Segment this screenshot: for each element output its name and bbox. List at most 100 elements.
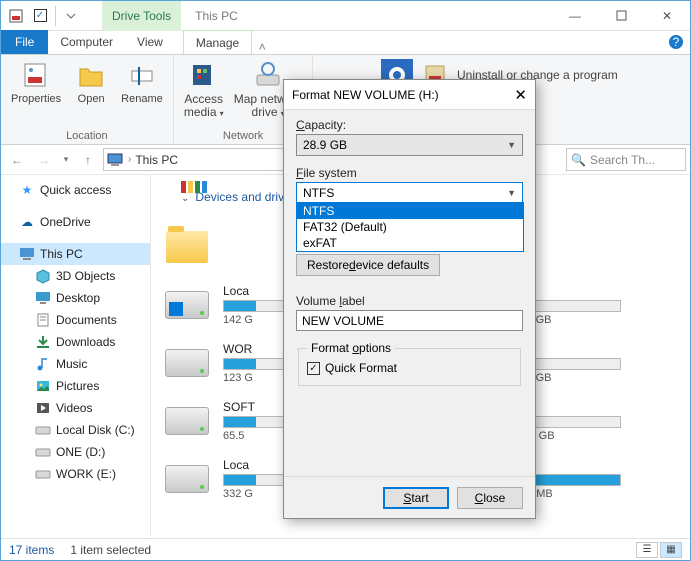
- navigation-pane: ★Quick access ☁OneDrive This PC 3D Objec…: [1, 175, 151, 537]
- quick-access-toolbar: ✓: [1, 5, 86, 27]
- capacity-combo[interactable]: 28.9 GB▼: [296, 134, 523, 156]
- close-dialog-button[interactable]: Close: [457, 487, 523, 509]
- volume-label-label: Volume label: [296, 294, 523, 308]
- network-drive-icon: [252, 59, 284, 91]
- open-folder-icon: [75, 59, 107, 91]
- properties-button[interactable]: Properties: [7, 57, 65, 128]
- drive-icon: [35, 466, 51, 482]
- drive-icon: [165, 407, 209, 435]
- dialog-title-bar[interactable]: Format NEW VOLUME (H:) ✕: [284, 80, 535, 110]
- forward-button[interactable]: →: [32, 148, 56, 172]
- fs-option-fat32[interactable]: FAT32 (Default): [297, 219, 523, 235]
- this-pc-icon: [106, 151, 124, 169]
- drive-icon: [165, 349, 209, 377]
- nav-pictures[interactable]: Pictures: [1, 375, 150, 397]
- videos-icon: [35, 400, 51, 416]
- title-bar: ✓ Drive Tools This PC — ✕: [1, 1, 690, 31]
- drive-icon: [35, 422, 51, 438]
- tiles-view-button[interactable]: ▦: [660, 542, 682, 558]
- chevron-down-icon: ▼: [507, 188, 516, 198]
- format-options-legend: Format options: [307, 341, 395, 355]
- pictures-icon: [35, 378, 51, 394]
- nav-work-e[interactable]: WORK (E:): [1, 463, 150, 485]
- chevron-down-icon: ▼: [507, 140, 516, 150]
- close-button[interactable]: ✕: [644, 1, 690, 31]
- qat-properties-icon[interactable]: [5, 5, 27, 27]
- filesystem-label: File system: [296, 166, 523, 180]
- rename-icon: [126, 59, 158, 91]
- folder-band-icon: [181, 181, 207, 193]
- up-button[interactable]: ↑: [76, 148, 100, 172]
- search-input[interactable]: 🔍 Search Th...: [566, 148, 686, 171]
- volume-label-input[interactable]: [296, 310, 523, 331]
- desktop-icon: [35, 290, 51, 306]
- maximize-button[interactable]: [598, 1, 644, 31]
- window-title: This PC: [195, 9, 238, 23]
- this-pc-icon: [19, 246, 35, 262]
- dialog-close-button[interactable]: ✕: [514, 86, 527, 104]
- filesystem-dropdown: NTFS FAT32 (Default) exFAT: [296, 202, 524, 252]
- nav-3d-objects[interactable]: 3D Objects: [1, 265, 150, 287]
- tab-view[interactable]: View: [125, 30, 175, 54]
- nav-downloads[interactable]: Downloads: [1, 331, 150, 353]
- nav-one-d[interactable]: ONE (D:): [1, 441, 150, 463]
- ribbon-collapse-icon[interactable]: ˄: [252, 40, 272, 54]
- format-options-group: Format options ✓ Quick Format: [298, 341, 521, 386]
- help-icon[interactable]: ?: [662, 30, 690, 54]
- nav-quick-access[interactable]: ★Quick access: [1, 179, 150, 201]
- qat-dropdown-icon[interactable]: [60, 5, 82, 27]
- dialog-footer: Start Close: [284, 476, 535, 518]
- start-button[interactable]: Start: [383, 487, 449, 509]
- status-count: 17 items: [9, 543, 54, 557]
- qat-checkbox-icon[interactable]: ✓: [29, 5, 51, 27]
- nav-music[interactable]: Music: [1, 353, 150, 375]
- music-icon: [35, 356, 51, 372]
- downloads-icon: [35, 334, 51, 350]
- nav-this-pc[interactable]: This PC: [1, 243, 150, 265]
- capacity-label: Capacity:: [296, 118, 523, 132]
- tab-file[interactable]: File: [1, 30, 48, 54]
- nav-onedrive[interactable]: ☁OneDrive: [1, 211, 150, 233]
- documents-icon: [35, 312, 51, 328]
- properties-icon: [20, 59, 52, 91]
- drive-icon: [165, 291, 209, 319]
- dialog-title: Format NEW VOLUME (H:): [292, 88, 439, 102]
- fs-option-ntfs[interactable]: NTFS: [297, 203, 523, 219]
- nav-local-disk-c[interactable]: Local Disk (C:): [1, 419, 150, 441]
- nav-documents[interactable]: Documents: [1, 309, 150, 331]
- drive-icon: [35, 444, 51, 460]
- restore-defaults-button[interactable]: Restore device defaults: [296, 254, 440, 276]
- details-view-button[interactable]: ☰: [636, 542, 658, 558]
- media-icon: [188, 59, 220, 91]
- recent-locations-button[interactable]: ▾: [59, 148, 73, 172]
- svg-text:?: ?: [673, 35, 680, 49]
- format-dialog: Format NEW VOLUME (H:) ✕ Capacity: 28.9 …: [283, 79, 536, 519]
- fs-option-exfat[interactable]: exFAT: [297, 235, 523, 251]
- checkbox-icon: ✓: [307, 362, 320, 375]
- breadcrumb[interactable]: › This PC: [103, 148, 287, 171]
- disclosure-icon[interactable]: ⌄: [181, 193, 189, 204]
- ribbon-tabs: File Computer View Manage ˄ ?: [1, 31, 690, 55]
- rename-button[interactable]: Rename: [117, 57, 167, 128]
- folder-icon: [166, 231, 208, 263]
- quick-format-checkbox[interactable]: ✓ Quick Format: [307, 361, 512, 375]
- tab-manage[interactable]: Manage: [183, 30, 252, 54]
- ribbon-group-location: Properties Open Rename Location: [1, 55, 174, 144]
- nav-videos[interactable]: Videos: [1, 397, 150, 419]
- filesystem-combo[interactable]: NTFS▼: [296, 182, 523, 204]
- access-media-button[interactable]: Accessmedia ▾: [180, 57, 228, 128]
- status-selected: 1 item selected: [70, 543, 151, 557]
- tab-computer[interactable]: Computer: [48, 30, 125, 54]
- cloud-icon: ☁: [19, 214, 35, 230]
- status-bar: 17 items 1 item selected ☰ ▦: [1, 538, 690, 560]
- chevron-right-icon[interactable]: ›: [128, 154, 131, 165]
- open-button[interactable]: Open: [67, 57, 115, 128]
- search-icon: 🔍: [571, 153, 586, 167]
- minimize-button[interactable]: —: [552, 1, 598, 31]
- cube-icon: [35, 268, 51, 284]
- nav-desktop[interactable]: Desktop: [1, 287, 150, 309]
- back-button[interactable]: ←: [5, 148, 29, 172]
- contextual-tab-drive-tools: Drive Tools: [102, 1, 181, 31]
- drive-icon: [165, 465, 209, 493]
- star-icon: ★: [19, 182, 35, 198]
